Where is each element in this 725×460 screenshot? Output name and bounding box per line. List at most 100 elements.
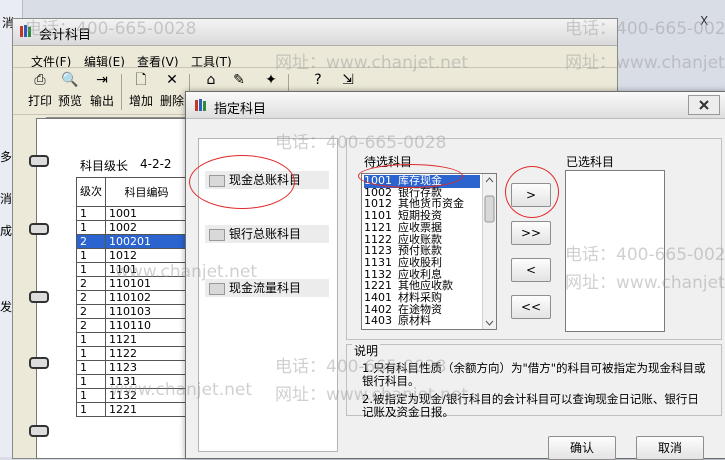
dialog-books-icon: [194, 98, 208, 112]
print-button[interactable]: ⎙ 打印: [25, 71, 55, 111]
binder-ring: [29, 223, 49, 235]
candidate-subjects-list[interactable]: 1001 库存现金 1002 银行存款 1012 其他货币资金 1101 短期投资 1121 应收…: [361, 173, 497, 330]
cell-level: 2: [76, 290, 106, 305]
table-row[interactable]: 2 110101: [76, 276, 188, 291]
binder-ring: [29, 155, 49, 167]
exit-icon: ⇲: [342, 72, 354, 88]
cell-level: 2: [76, 234, 106, 249]
cell-code: 1002: [105, 220, 188, 235]
cell-level: 2: [76, 276, 106, 291]
table-row[interactable]: 2 100201: [76, 234, 188, 249]
list-item[interactable]: 1403 原材料: [364, 315, 480, 328]
table-row[interactable]: 2 110102: [76, 290, 188, 305]
cell-code: 100201: [105, 234, 188, 249]
cell-code: 110110: [105, 318, 188, 333]
option-cash-flow[interactable]: 现金流量科目: [205, 279, 329, 297]
add-icon: 🗋: [135, 72, 147, 88]
cancel-button[interactable]: 取消: [636, 436, 704, 460]
scroll-thumb: [484, 195, 495, 223]
grid-header-code: 科目编码: [105, 177, 188, 207]
dialog-titlebar: 指定科目: [186, 92, 725, 119]
cell-level: 1: [76, 206, 106, 221]
binder-ring: [29, 357, 49, 369]
table-row[interactable]: 1 1012: [76, 248, 188, 263]
selected-subjects-list[interactable]: [565, 170, 665, 332]
table-row[interactable]: 1 1002: [76, 220, 188, 235]
cell-level: 1: [76, 388, 106, 403]
cell-code: 1012: [105, 248, 188, 263]
cell-level: 1: [76, 360, 106, 375]
table-row[interactable]: 1 1122: [76, 346, 188, 361]
candidate-code: 1403: [364, 314, 392, 328]
option-bank-ledger[interactable]: 银行总账科目: [205, 225, 329, 243]
candidate-scrollbar[interactable]: [482, 174, 496, 329]
table-row[interactable]: 1 1221: [76, 402, 188, 417]
dialog-title: 指定科目: [214, 102, 267, 117]
delete-button[interactable]: ✕ 删除: [157, 71, 187, 111]
cell-code: 1001: [105, 206, 188, 221]
binder-ring: [29, 425, 49, 437]
cell-level: 1: [76, 332, 106, 347]
window-title: 会计科目: [39, 28, 92, 43]
cell-level: 2: [76, 318, 106, 333]
move-left-button[interactable]: <: [511, 258, 551, 282]
cell-code: 1131: [105, 374, 188, 389]
cell-level: 1: [76, 262, 106, 277]
background-text: 消: [0, 192, 13, 206]
grid-header-level: 级次: [76, 177, 106, 207]
cell-code: 1101: [105, 262, 188, 277]
move-all-left-button[interactable]: <<: [511, 295, 551, 319]
table-row[interactable]: 1 1123: [76, 360, 188, 375]
export-button[interactable]: ⇥ 输出: [87, 71, 117, 111]
edit-icon: ✎: [233, 72, 245, 88]
cell-level: 1: [76, 346, 106, 361]
toolbar-separator: [121, 74, 122, 110]
move-all-right-button[interactable]: >>: [511, 221, 551, 245]
table-row[interactable]: 1 1131: [76, 374, 188, 389]
background-text: 发: [0, 300, 13, 314]
help-icon: ?: [314, 72, 322, 88]
wand-icon: ✦: [265, 72, 277, 88]
selected-label: 已选科目: [566, 155, 615, 169]
window-titlebar: 会计科目: [13, 19, 617, 46]
cell-level: 1: [76, 220, 106, 235]
background-close-mark[interactable]: X: [700, 14, 708, 28]
level-length-value: 4-2-2: [140, 157, 172, 171]
table-row[interactable]: 1 1121: [76, 332, 188, 347]
table-row[interactable]: 2 110103: [76, 304, 188, 319]
subjects-grid: 级次 科目编码 1 1001 1 1002 2 100201 1 1012 1 1101 2 1101…: [76, 177, 188, 417]
cell-code: 110102: [105, 290, 188, 305]
note-line-1: 1.只有科目性质（余额方向）为"借方"的科目可被指定为现金科目或银行科目。: [362, 361, 706, 388]
assign-subject-dialog: 指定科目 现金总账科目 银行总账科目 现金流量科目 待选科目 已选科目 1001…: [185, 91, 725, 460]
table-row[interactable]: 1 1001: [76, 206, 188, 221]
annotation-circle: [358, 164, 463, 188]
level-length-label: 科目级长: [80, 159, 129, 173]
modify-icon: ⌂: [206, 72, 216, 88]
cell-code: 110103: [105, 304, 188, 319]
table-row[interactable]: 1 1101: [76, 262, 188, 277]
table-row[interactable]: 1 1132: [76, 388, 188, 403]
table-row[interactable]: 2 110110: [76, 318, 188, 333]
cell-code: 1121: [105, 332, 188, 347]
annotation-circle: [505, 166, 559, 218]
confirm-button[interactable]: 确认: [548, 436, 616, 460]
candidate-name: 应收票据: [398, 220, 442, 234]
export-icon: ⇥: [96, 72, 108, 88]
app-books-icon: [19, 24, 33, 38]
dialog-close-button[interactable]: [688, 95, 720, 115]
printer-icon: ⎙: [34, 72, 46, 88]
cell-level: 2: [76, 304, 106, 319]
candidate-name: 原材料: [398, 314, 431, 328]
add-button[interactable]: 🗋 增加: [126, 71, 156, 111]
annotation-circle: [189, 155, 295, 209]
cell-code: 1132: [105, 388, 188, 403]
cell-level: 1: [76, 402, 106, 417]
binder-ring: [29, 291, 49, 303]
cell-level: 1: [76, 248, 106, 263]
ledger-option-icon: [209, 228, 225, 241]
candidate-name: 应收股利: [398, 255, 442, 269]
note-title: 说明: [352, 342, 381, 359]
delete-icon: ✕: [166, 72, 178, 88]
note-line-2: 2.被指定为现金/银行科目的会计科目可以查询现金日记账、银行日记账及资金日报。: [362, 392, 699, 419]
preview-button[interactable]: 🔍 预览: [55, 71, 85, 111]
